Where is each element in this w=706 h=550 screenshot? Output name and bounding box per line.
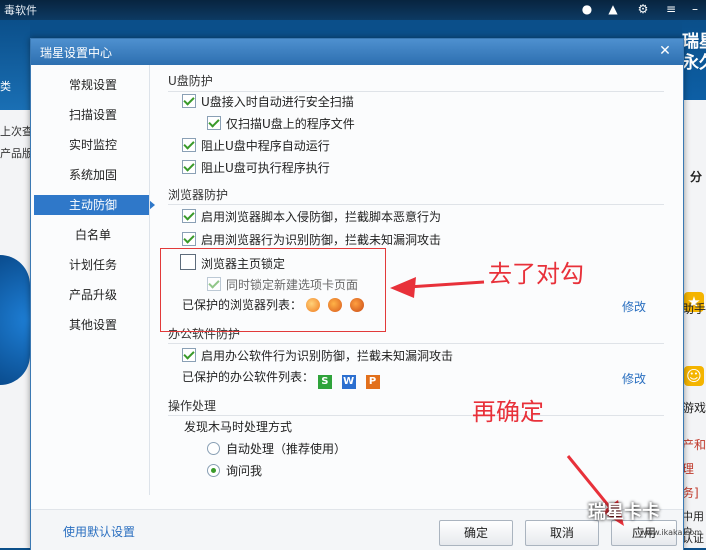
section-divider [168, 91, 664, 92]
usb-scan-option[interactable]: U盘接入时自动进行安全扫描 [182, 94, 354, 110]
dialog-title: 瑞星设置中心 [40, 46, 113, 60]
settings-icon[interactable]: ⚙ [636, 2, 650, 16]
browser-section-title: 浏览器防护 [168, 188, 229, 202]
browser-script-option[interactable]: 启用浏览器脚本入侵防御，拦截脚本恶意行为 [182, 209, 441, 225]
background-right-text: 产和 [682, 438, 706, 452]
usb-exec-option[interactable]: 阻止U盘可执行程序执行 [182, 160, 330, 176]
option-label: 仅扫描U盘上的程序文件 [226, 117, 355, 131]
watermark: 瑞星卡卡 [588, 502, 660, 523]
checkbox-checked-icon[interactable] [182, 94, 196, 108]
background-right-text: 助手 [682, 302, 706, 316]
checkbox-checked-icon[interactable] [182, 348, 196, 362]
sidebar-item-hardening[interactable]: 系统加固 [34, 165, 149, 185]
upload-icon[interactable]: ▲ [606, 2, 620, 16]
section-divider [168, 415, 664, 416]
background-right-text: 分 [690, 170, 703, 184]
ask-me-option[interactable]: 询问我 [207, 463, 262, 479]
brand-subtitle: 永久 [682, 53, 706, 73]
office-behavior-option[interactable]: 启用办公软件行为识别防御，拦截未知漏洞攻击 [182, 348, 453, 364]
checkbox-checked-icon[interactable] [182, 232, 196, 246]
section-divider [168, 204, 664, 205]
usb-autorun-option[interactable]: 阻止U盘中程序自动运行 [182, 138, 330, 154]
radio-selected-icon[interactable] [207, 464, 220, 477]
sidebar-item-realtime[interactable]: 实时监控 [34, 135, 149, 155]
auto-handle-option[interactable]: 自动处理（推荐使用） [207, 441, 346, 457]
browser-modify-link[interactable]: 修改 [622, 298, 646, 315]
dialog-footer: 使用默认设置 确定 取消 应用 [31, 509, 683, 550]
sidebar-divider [149, 65, 150, 495]
game-app-icon[interactable]: ☺ [684, 366, 704, 386]
option-label: 阻止U盘可执行程序执行 [201, 161, 330, 175]
dialog-titlebar[interactable]: 瑞星设置中心 ✕ [31, 39, 683, 65]
radio-unselected-icon[interactable] [207, 442, 220, 455]
background-brand: 瑞星 永久 [682, 32, 706, 74]
wps-spreadsheet-icon: S [317, 375, 332, 389]
background-right-text: 游戏 [682, 401, 706, 415]
brand-title: 瑞星 [682, 32, 706, 52]
checkbox-checked-icon[interactable] [182, 138, 196, 152]
wps-writer-icon: W [341, 375, 356, 389]
background-left-text: 类 [0, 80, 11, 93]
background-titlebar: 毒软件 ● ▲ ⚙ ≡ – [0, 0, 706, 20]
annotation-unchecked-note: 去了对勾 [488, 260, 584, 288]
section-divider [168, 343, 664, 344]
option-label: 启用办公软件行为识别防御，拦截未知漏洞攻击 [201, 349, 454, 363]
wps-presentation-icon: P [365, 375, 380, 389]
annotation-confirm-note: 再确定 [472, 398, 544, 426]
highlight-box [160, 248, 386, 332]
protected-office-row: 已保护的办公软件列表： S W P [182, 369, 386, 389]
sidebar-item-active-defense[interactable]: 主动防御 [34, 195, 155, 215]
sidebar-item-whitelist[interactable]: 白名单 [34, 225, 149, 245]
sidebar-item-other[interactable]: 其他设置 [34, 315, 149, 335]
sidebar-item-scan[interactable]: 扫描设置 [34, 105, 149, 125]
operation-section-title: 操作处理 [168, 399, 217, 413]
settings-sidebar: 常规设置 扫描设置 实时监控 系统加固 主动防御 白名单 计划任务 产品升级 其… [31, 65, 155, 505]
watermark-url: www.ikaka.com [640, 528, 703, 537]
option-label: U盘接入时自动进行安全扫描 [201, 95, 354, 109]
sidebar-item-general[interactable]: 常规设置 [34, 75, 149, 95]
checkbox-checked-icon[interactable] [182, 160, 196, 174]
sidebar-item-label: 主动防御 [69, 198, 118, 212]
usb-section-title: U盘防护 [168, 74, 213, 88]
background-left-text: 上次查 [0, 125, 33, 138]
background-left-text: 产品版 [0, 147, 33, 160]
background-left-header [0, 20, 30, 110]
option-label: 阻止U盘中程序自动运行 [201, 139, 330, 153]
menu-icon[interactable]: ≡ [664, 2, 678, 16]
background-right-text: 务] [682, 486, 699, 500]
browser-behavior-option[interactable]: 启用浏览器行为识别防御，拦截未知漏洞攻击 [182, 232, 441, 248]
trojan-handling-label: 发现木马时处理方式 [184, 420, 293, 434]
background-app-title: 毒软件 [4, 4, 37, 17]
sidebar-item-schedule[interactable]: 计划任务 [34, 255, 149, 275]
option-label: 询问我 [226, 464, 263, 478]
checkbox-checked-icon[interactable] [207, 116, 221, 130]
close-button[interactable]: ✕ [655, 42, 675, 60]
user-icon[interactable]: ● [580, 2, 594, 16]
background-decoration [0, 255, 30, 385]
ok-button[interactable]: 确定 [439, 520, 513, 546]
option-label: 启用浏览器行为识别防御，拦截未知漏洞攻击 [201, 233, 442, 247]
checkbox-checked-icon[interactable] [182, 209, 196, 223]
option-label: 自动处理（推荐使用） [226, 442, 347, 456]
protected-office-label: 已保护的办公软件列表： [182, 370, 315, 384]
minimize-icon[interactable]: – [688, 2, 702, 16]
use-default-settings-link[interactable]: 使用默认设置 [63, 523, 135, 540]
option-label: 启用浏览器脚本入侵防御，拦截脚本恶意行为 [201, 210, 442, 224]
usb-scan-programs-option[interactable]: 仅扫描U盘上的程序文件 [207, 116, 355, 132]
sidebar-item-upgrade[interactable]: 产品升级 [34, 285, 149, 305]
office-modify-link[interactable]: 修改 [622, 370, 646, 387]
